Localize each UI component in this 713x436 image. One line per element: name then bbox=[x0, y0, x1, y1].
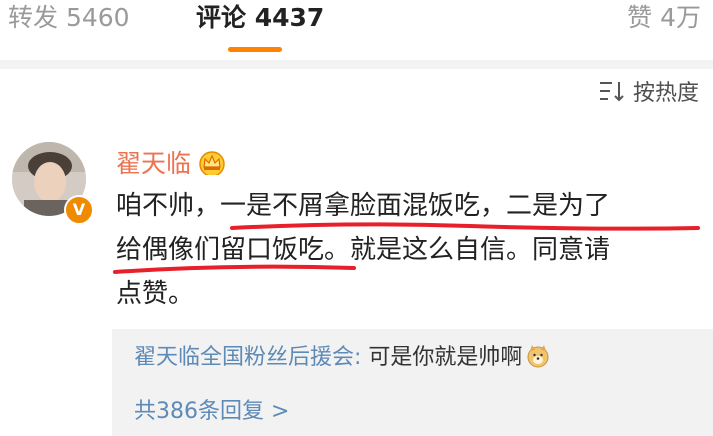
tab-repost[interactable]: 转发 5460 bbox=[8, 2, 130, 34]
reply-separator: : bbox=[354, 345, 369, 370]
comment-author[interactable]: 翟天临 bbox=[116, 144, 227, 180]
highlight-underline bbox=[113, 264, 356, 274]
reply-author[interactable]: 翟天临全国粉丝后援会 bbox=[134, 345, 354, 370]
tab-like[interactable]: 赞 4万 bbox=[627, 2, 701, 34]
section-divider bbox=[0, 60, 713, 69]
reply-preview[interactable]: 翟天临全国粉丝后援会: 可是你就是帅啊 共386条回复 > bbox=[112, 329, 713, 436]
sort-icon bbox=[599, 82, 624, 102]
comment-line: 点赞。 bbox=[116, 279, 195, 309]
reply-text: 可是你就是帅啊 bbox=[368, 345, 523, 370]
comment-tabs: 转发 5460 评论 4437 赞 4万 bbox=[0, 0, 713, 60]
reply-count-link[interactable]: 共386条回复 > bbox=[134, 397, 289, 427]
reply-line: 翟天临全国粉丝后援会: 可是你就是帅啊 bbox=[134, 343, 550, 373]
comment-author-name: 翟天临 bbox=[116, 149, 192, 178]
sort-button[interactable]: 按热度 bbox=[599, 78, 699, 106]
verified-badge-icon: V bbox=[64, 195, 94, 225]
comment-text: 咱不帅，一是不屑拿脸面混饭吃，二是为了 给偶像们留口饭吃。就是这么自信。同意请 … bbox=[116, 184, 706, 316]
sort-label: 按热度 bbox=[632, 81, 699, 106]
crown-icon bbox=[199, 151, 225, 175]
highlight-underline bbox=[230, 222, 700, 231]
doge-emoji-icon bbox=[527, 345, 549, 368]
active-tab-indicator bbox=[228, 47, 282, 52]
tab-comment[interactable]: 评论 4437 bbox=[196, 2, 324, 34]
